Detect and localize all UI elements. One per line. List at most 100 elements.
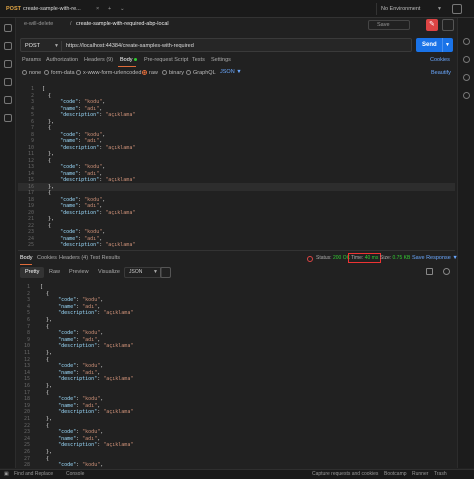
save-response-button[interactable]: Save Response ▼: [412, 255, 458, 261]
code-line: "description": "açıklama": [60, 112, 136, 118]
code-line: {: [42, 92, 52, 99]
code-line: },: [40, 317, 53, 323]
search-icon[interactable]: [443, 268, 450, 275]
find-replace-button[interactable]: Find and Replace: [14, 471, 53, 477]
code-line: [: [40, 284, 44, 290]
breadcrumb-collection[interactable]: e-will-delete: [24, 21, 53, 27]
code-line: "name": "adı",: [60, 105, 103, 112]
radio-raw[interactable]: raw: [142, 70, 158, 76]
radio-none[interactable]: none: [22, 70, 41, 76]
code-line: {: [42, 190, 52, 196]
tab-response-body[interactable]: Body: [20, 255, 33, 261]
runner-button[interactable]: Runner: [412, 471, 428, 477]
code-snippet-icon[interactable]: [463, 74, 470, 81]
view-visualize[interactable]: Visualize: [93, 267, 125, 278]
request-tabs: Params Authorization Headers (9) Body Pr…: [18, 56, 455, 67]
info-icon[interactable]: [463, 92, 470, 99]
url-input[interactable]: [66, 41, 406, 51]
response-tabs: Body Cookies Headers (4) Test Results St…: [18, 253, 458, 265]
line-number: 9: [30, 138, 34, 144]
tab-authorization[interactable]: Authorization: [46, 57, 78, 63]
collections-icon[interactable]: [4, 24, 12, 32]
line-number: 1: [26, 284, 30, 290]
new-tab-button[interactable]: +: [104, 2, 115, 16]
environments-icon[interactable]: [4, 60, 12, 68]
radio-binary[interactable]: binary: [162, 70, 184, 76]
tab-tests[interactable]: Tests: [192, 57, 205, 63]
line-number: 8: [30, 131, 34, 138]
status-bar: ▣ Find and Replace Console Capture reque…: [0, 469, 474, 479]
method-label: POST: [25, 43, 40, 49]
history-icon[interactable]: [4, 114, 12, 122]
mock-servers-icon[interactable]: [4, 78, 12, 86]
radio-form-data[interactable]: form-data: [44, 70, 75, 76]
tab-headers[interactable]: Headers (9): [84, 57, 113, 63]
monitors-icon[interactable]: [4, 96, 12, 104]
body-type-options: none form-data x-www-form-urlencoded raw…: [18, 69, 455, 79]
method-select[interactable]: POST ▼: [24, 41, 62, 51]
environment-select[interactable]: No Environment ▼: [376, 3, 446, 15]
console-button[interactable]: Console: [66, 471, 84, 477]
bootcamp-button[interactable]: Bootcamp: [384, 471, 407, 477]
code-line: "name": "adı",: [60, 138, 103, 144]
apis-icon[interactable]: [4, 42, 12, 50]
line-number: 2: [30, 92, 34, 99]
tab-settings[interactable]: Settings: [211, 57, 231, 63]
line-number: 26: [23, 449, 30, 455]
tab-list-chevron-icon[interactable]: ⌄: [116, 2, 129, 16]
document-icon[interactable]: [442, 19, 454, 31]
comments-icon[interactable]: [463, 56, 470, 63]
breadcrumb-request[interactable]: create-sample-with-required-abp-local: [76, 21, 169, 27]
radio-graphql[interactable]: GraphQL: [186, 70, 216, 76]
url-bar: POST ▼: [20, 38, 412, 52]
line-number: 27: [23, 455, 30, 462]
code-line: "description": "açıklama": [60, 144, 136, 151]
code-line: "description": "açıklama": [58, 409, 134, 416]
radio-x-www-form-urlencoded[interactable]: x-www-form-urlencoded: [76, 70, 141, 76]
documentation-icon[interactable]: [463, 38, 470, 45]
line-number: 16: [27, 183, 34, 190]
capture-button[interactable]: Capture requests and cookies: [312, 471, 378, 477]
view-raw[interactable]: Raw: [44, 267, 65, 278]
line-number: 9: [26, 336, 30, 343]
tab-body[interactable]: Body: [120, 57, 137, 63]
close-tab-icon[interactable]: ×: [92, 2, 103, 16]
trash-button[interactable]: Trash: [434, 471, 447, 477]
sidebar-toggle-icon[interactable]: ▣: [4, 471, 9, 477]
line-number: 8: [26, 330, 30, 337]
beautify-link[interactable]: Beautify: [431, 70, 451, 76]
tab-pre-request-script[interactable]: Pre-request Script: [144, 57, 188, 63]
chevron-down-icon[interactable]: ▼: [442, 38, 450, 52]
response-body-viewer[interactable]: 1[2 {3 "code": "kodu", 4 "name": "adı", 5 …: [18, 282, 455, 468]
request-tab[interactable]: POST create-sample-with-re...: [2, 2, 85, 16]
environment-quick-look-icon[interactable]: [452, 4, 462, 14]
code-line: "name": "adı",: [58, 303, 101, 310]
view-pretty[interactable]: Pretty: [20, 267, 45, 278]
code-line: "code": "kodu",: [58, 297, 104, 304]
code-line: {: [40, 455, 50, 462]
copy-icon[interactable]: [426, 268, 433, 275]
line-number: 17: [23, 389, 30, 396]
request-body-editor[interactable]: 1[2 {3 "code": "kodu", 4 "name": "adı", 5 …: [18, 84, 455, 247]
tab-test-results[interactable]: Test Results: [90, 255, 120, 261]
code-line: {: [40, 323, 50, 330]
wrap-lines-icon[interactable]: [160, 267, 171, 278]
tab-response-cookies[interactable]: Cookies: [37, 255, 57, 261]
edit-icon[interactable]: ✎: [426, 19, 438, 31]
line-number: 18: [23, 396, 30, 403]
send-button[interactable]: Send ▼: [416, 38, 453, 52]
view-preview[interactable]: Preview: [64, 267, 94, 278]
response-status: Status: 200 OK: [316, 255, 350, 261]
line-number: 23: [23, 429, 30, 436]
code-line: {: [42, 125, 52, 131]
save-button[interactable]: Save: [368, 20, 410, 30]
line-number: 7: [26, 323, 30, 330]
tab-params[interactable]: Params: [22, 57, 41, 63]
breadcrumb-separator: /: [70, 21, 72, 27]
raw-format-select[interactable]: JSON ▼: [220, 69, 242, 75]
breadcrumb: e-will-delete / create-sample-with-requi…: [18, 18, 455, 32]
response-format-select[interactable]: JSON ▼: [124, 267, 162, 278]
tab-response-headers[interactable]: Headers (4): [59, 255, 88, 261]
cookies-link[interactable]: Cookies: [430, 57, 450, 63]
active-tab-underline: [118, 66, 136, 67]
